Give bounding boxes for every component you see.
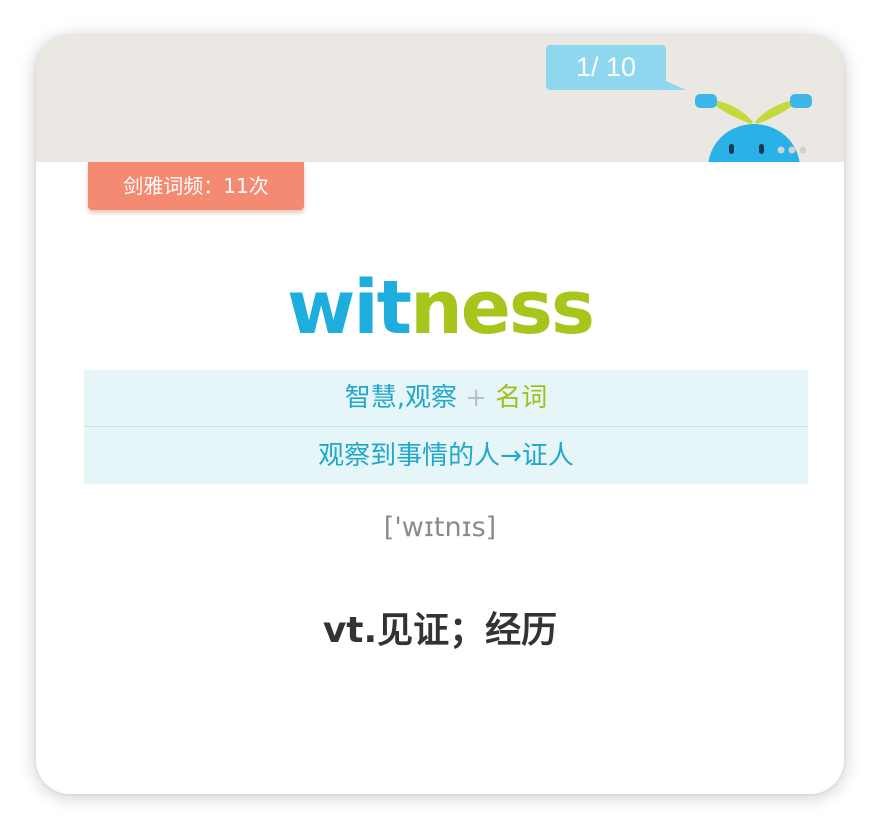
phonetic-transcription[interactable]: ['wɪtnɪs] <box>36 508 844 548</box>
top-header-strip: 1/ 10 <box>36 36 844 168</box>
word-root: wit <box>286 265 412 351</box>
frequency-badge: 剑雅词频：11次 <box>88 162 304 210</box>
etymology-explanation: 观察到事情的人→证人 <box>318 441 574 471</box>
etymology-divider <box>84 426 808 427</box>
definition-text: vt.见证；经历 <box>322 610 558 651</box>
etymology-box: 智慧,观察 + 名词 观察到事情的人→证人 <box>84 370 808 484</box>
word-suffix: ness <box>410 265 595 351</box>
etymology-breakdown: 智慧,观察 + 名词 <box>84 370 808 426</box>
progress-indicator: 1/ 10 <box>546 45 686 90</box>
root-meaning: 智慧,观察 <box>344 383 457 413</box>
app-frame: 1/ 10 剑雅词频：11次 witness 智慧,观察 + 名词 观察到事情的… <box>36 36 844 794</box>
blue-sprout-mascot-icon[interactable] <box>691 88 816 168</box>
suffix-meaning: 名词 <box>495 383 548 413</box>
headword: witness <box>36 268 844 348</box>
plus-sign: + <box>465 383 488 413</box>
